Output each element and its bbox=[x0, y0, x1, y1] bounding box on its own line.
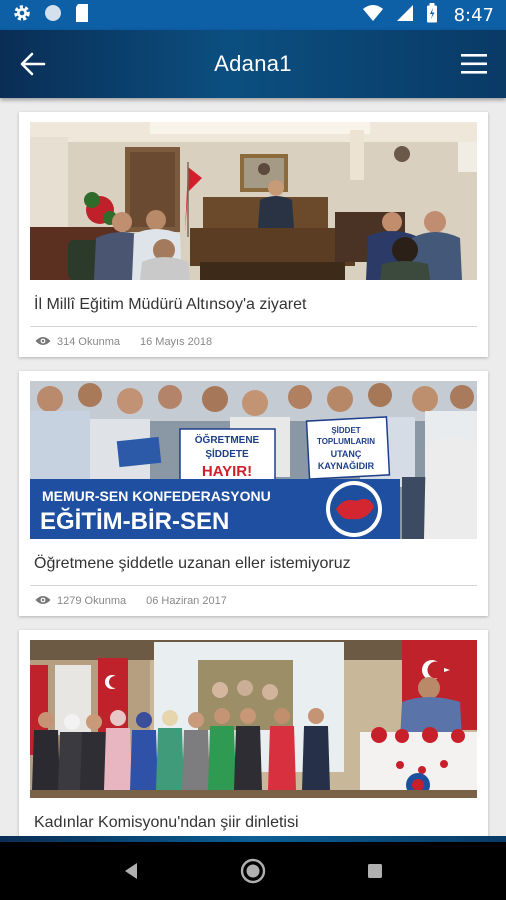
circle-status-icon bbox=[44, 4, 62, 27]
signal-icon bbox=[396, 4, 414, 27]
view-count: 314 Okunma bbox=[57, 336, 120, 348]
square-recents-icon[interactable] bbox=[360, 856, 390, 886]
triangle-back-icon[interactable] bbox=[116, 856, 146, 886]
news-photo-office-visit bbox=[30, 122, 477, 280]
sign-text: ŞİDDETE bbox=[205, 447, 249, 460]
status-bar: 8:47 bbox=[0, 0, 506, 30]
news-title: İl Millî Eğitim Müdürü Altınsoy'a ziyare… bbox=[30, 280, 477, 327]
eye-icon bbox=[35, 595, 51, 608]
eye-icon bbox=[35, 336, 51, 349]
news-card[interactable]: ÖĞRETMENE ŞİDDETE HAYIR! ŞİDDET TOPLUMLA… bbox=[19, 371, 488, 616]
page-title: Adana1 bbox=[214, 51, 292, 76]
wifi-icon bbox=[362, 4, 384, 27]
news-title: Öğretmene şiddetle uzanan eller istemiyo… bbox=[30, 539, 477, 586]
gear-icon bbox=[12, 3, 32, 28]
sd-card-icon bbox=[74, 3, 90, 28]
news-list: İl Millî Eğitim Müdürü Altınsoy'a ziyare… bbox=[0, 98, 506, 836]
sign-text: UTANÇ bbox=[331, 449, 362, 459]
sign-text: KAYNAĞIDIR bbox=[318, 460, 375, 471]
news-photo-poetry-event bbox=[30, 640, 477, 798]
publish-date: 16 Mayıs 2018 bbox=[139, 336, 213, 348]
news-card[interactable]: İl Millî Eğitim Müdürü Altınsoy'a ziyare… bbox=[19, 112, 488, 357]
hamburger-menu-icon[interactable] bbox=[460, 51, 488, 77]
view-count: 1279 Okunma bbox=[57, 595, 127, 607]
sign-text: ÖĞRETMENE bbox=[195, 433, 260, 446]
sign-text: ŞİDDET bbox=[331, 426, 360, 435]
sign-text: HAYIR! bbox=[202, 463, 252, 480]
circle-home-icon[interactable] bbox=[238, 856, 268, 886]
news-photo-protest: ÖĞRETMENE ŞİDDETE HAYIR! ŞİDDET TOPLUMLA… bbox=[30, 381, 477, 539]
status-time: 8:47 bbox=[453, 4, 494, 26]
news-card[interactable]: Kadınlar Komisyonu'ndan şiir dinletisi bbox=[19, 630, 488, 836]
news-meta: 1279 Okunma 06 Haziran 2017 bbox=[30, 586, 477, 616]
news-title: Kadınlar Komisyonu'ndan şiir dinletisi bbox=[30, 798, 477, 836]
banner-text: MEMUR-SEN KONFEDERASYONU bbox=[42, 488, 271, 504]
system-nav-bar bbox=[0, 842, 506, 900]
app-bar: Adana1 bbox=[0, 30, 506, 98]
banner-text: EĞİTİM-BİR-SEN bbox=[40, 507, 229, 535]
news-meta: 314 Okunma 16 Mayıs 2018 bbox=[30, 327, 477, 357]
sign-text: TOPLUMLARIN bbox=[317, 437, 375, 446]
battery-icon bbox=[426, 2, 438, 28]
arrow-left-icon[interactable] bbox=[18, 50, 48, 78]
publish-date: 06 Haziran 2017 bbox=[146, 595, 227, 607]
